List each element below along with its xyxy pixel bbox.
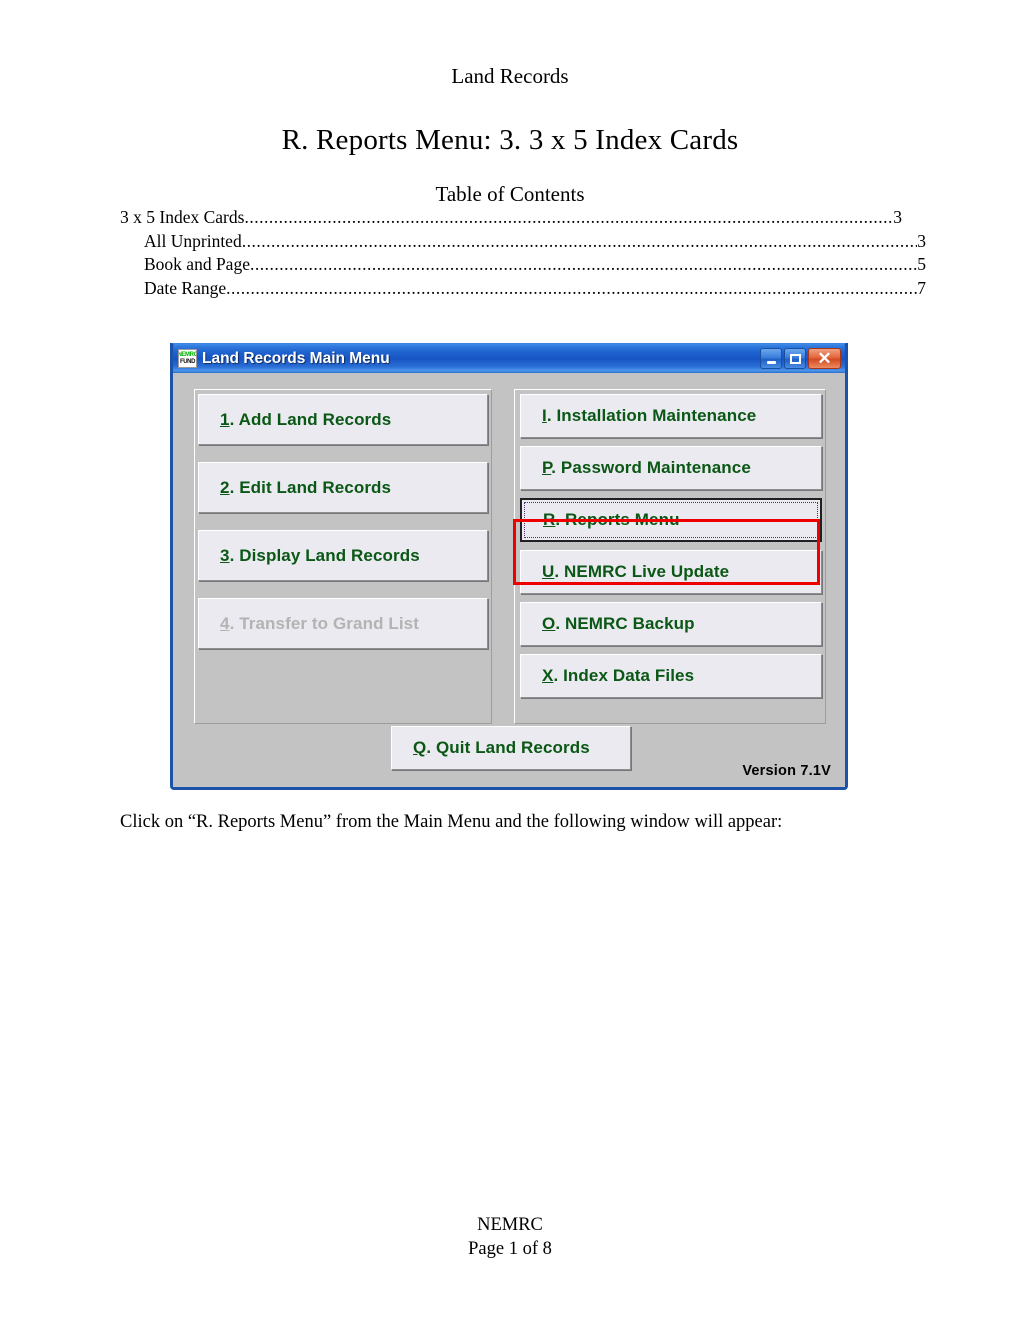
button-label: . Display Land Records [229, 545, 420, 565]
minimize-button[interactable] [760, 348, 782, 369]
password-maintenance-button[interactable]: P. Password Maintenance [520, 446, 822, 490]
toc-leader-dots: ........................................… [226, 277, 917, 298]
toc-entry-label: Book and Page [144, 254, 250, 274]
accelerator-key: 4 [220, 613, 230, 633]
button-label: . Edit Land Records [229, 477, 392, 497]
toc-entry-label: All Unprinted [144, 230, 242, 251]
toc-entry[interactable]: All Unprinted ..........................… [120, 230, 926, 254]
nemrc-fund-app-icon: NEMRC FUND [178, 349, 197, 368]
button-label: . NEMRC Backup [555, 614, 695, 633]
close-button[interactable]: ✕ [808, 348, 841, 369]
toc-entry-page: 3 [917, 230, 926, 251]
reports-menu-button[interactable]: R. Reports Menu [520, 498, 822, 542]
accelerator-key: O [542, 614, 556, 633]
toc-entry-page: 3 [893, 207, 902, 227]
button-label: . Installation Maintenance [546, 406, 757, 425]
edit-land-records-button[interactable]: 2. Edit Land Records [198, 462, 488, 513]
transfer-to-grand-list-button: 4. Transfer to Grand List [198, 598, 488, 649]
table-of-contents: 3 x 5 Index Cards ......................… [120, 206, 926, 300]
page-title: R. Reports Menu: 3. 3 x 5 Index Cards [281, 124, 739, 156]
document-header: Land Records [451, 64, 569, 88]
toc-leader-dots: ........................................… [244, 207, 893, 227]
accelerator-key: Q [413, 738, 427, 757]
button-label: . Password Maintenance [551, 458, 751, 477]
app-icon-top-text: NEMRC [178, 351, 197, 358]
close-icon: ✕ [817, 349, 832, 368]
footer-page-number: Page 1 of 8 [468, 1239, 552, 1259]
quit-land-records-button[interactable]: Q. Quit Land Records [391, 726, 631, 770]
land-records-main-menu-window: NEMRC FUND Land Records Main Menu ✕ 1. A… [170, 343, 848, 790]
toc-leader-dots: ........................................… [241, 230, 918, 251]
maximize-button[interactable] [784, 348, 806, 369]
accelerator-key: 2 [220, 477, 230, 497]
toc-entry-label: Date Range [144, 277, 227, 298]
footer-organization: NEMRC [477, 1215, 543, 1235]
accelerator-key: R [543, 510, 556, 529]
toc-entry-page: 5 [917, 254, 926, 274]
index-data-files-button[interactable]: X. Index Data Files [520, 654, 822, 698]
toc-entry[interactable]: Book and Page ..........................… [120, 253, 926, 277]
accelerator-key: X [542, 666, 554, 685]
toc-entry[interactable]: 3 x 5 Index Cards ......................… [120, 206, 902, 230]
window-controls: ✕ [760, 348, 841, 369]
button-label: . NEMRC Live Update [554, 562, 730, 581]
add-land-records-button[interactable]: 1. Add Land Records [198, 394, 488, 445]
minimize-icon [766, 360, 776, 364]
display-land-records-button[interactable]: 3. Display Land Records [198, 530, 488, 581]
toc-heading: Table of Contents [435, 182, 585, 206]
button-label: . Transfer to Grand List [229, 613, 419, 633]
installation-maintenance-button[interactable]: I. Installation Maintenance [520, 394, 822, 438]
button-label: . Index Data Files [553, 666, 695, 685]
window-titlebar: NEMRC FUND Land Records Main Menu ✕ [170, 343, 848, 373]
accelerator-key: P [542, 458, 552, 477]
accelerator-key: 1 [220, 409, 230, 429]
accelerator-key: 3 [220, 545, 230, 565]
app-icon-bottom-text: FUND [179, 358, 196, 365]
version-label: Version 7.1V [742, 763, 831, 779]
maximize-icon [789, 353, 801, 364]
window-client-area: 1. Add Land Records 2. Edit Land Records… [173, 373, 845, 787]
button-label: . Add Land Records [229, 409, 392, 429]
toc-entry-label: 3 x 5 Index Cards [120, 207, 245, 227]
button-label: . Reports Menu [555, 510, 680, 529]
accelerator-key: U [542, 562, 555, 581]
document-page: Land Records R. Reports Menu: 3. 3 x 5 I… [0, 0, 1020, 1320]
page-footer: NEMRC Page 1 of 8 [0, 1213, 1020, 1261]
window-title: Land Records Main Menu [202, 349, 390, 367]
toc-leader-dots: ........................................… [249, 254, 918, 274]
nemrc-backup-button[interactable]: O. NEMRC Backup [520, 602, 822, 646]
button-label: . Quit Land Records [426, 738, 590, 757]
instruction-caption: Click on “R. Reports Menu” from the Main… [120, 812, 783, 832]
toc-entry[interactable]: Date Range .............................… [120, 277, 926, 301]
toc-entry-page: 7 [917, 277, 926, 298]
nemrc-live-update-button[interactable]: U. NEMRC Live Update [520, 550, 822, 594]
